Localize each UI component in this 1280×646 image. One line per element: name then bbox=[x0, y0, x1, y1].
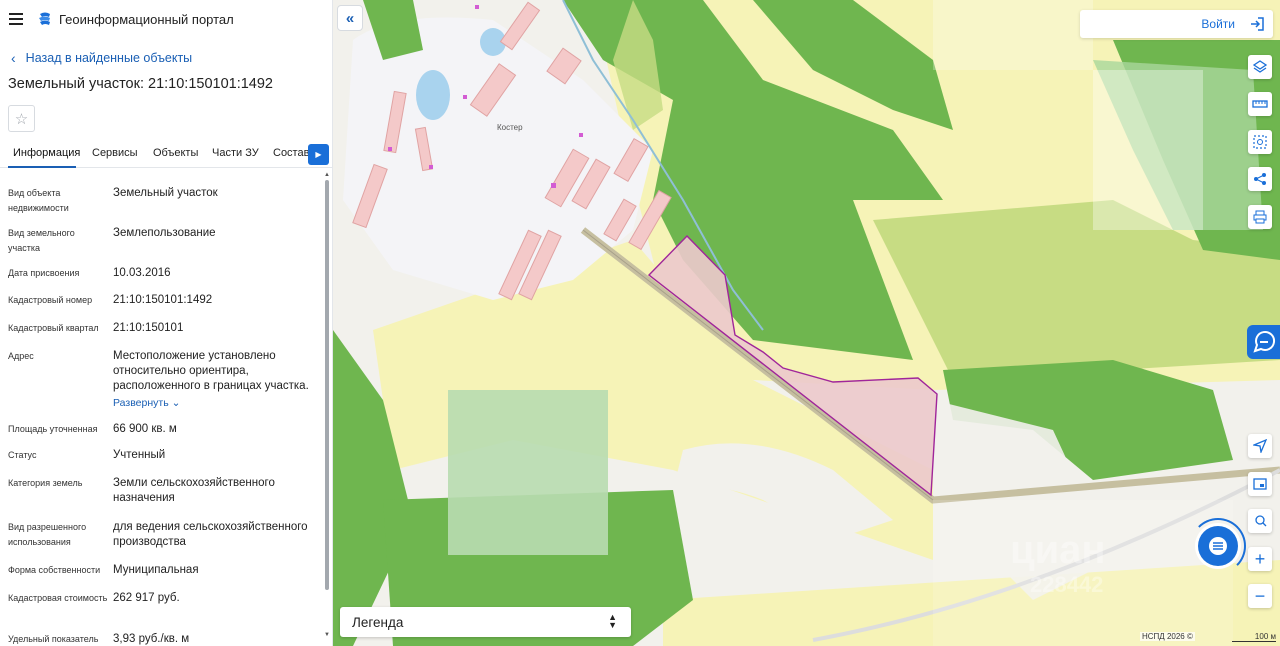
top-bar: Геоинформационный портал bbox=[0, 0, 332, 38]
scroll-up-arrow-icon[interactable]: ▲ bbox=[324, 172, 330, 178]
property-label: Дата присвоения bbox=[8, 268, 80, 278]
property-value: 3,93 руб./кв. м bbox=[113, 633, 190, 645]
print-button[interactable] bbox=[1248, 205, 1272, 229]
minimap-icon bbox=[1253, 478, 1267, 490]
tab-services[interactable]: Сервисы bbox=[92, 147, 138, 159]
address-value: Местоположение установлено относительно … bbox=[113, 349, 318, 411]
app-title: Геоинформационный портал bbox=[59, 12, 234, 27]
property-label: Кадастровый номер bbox=[8, 295, 93, 305]
object-title: Земельный участок: 21:10:150101:1492 bbox=[8, 76, 273, 92]
chat-icon bbox=[1209, 537, 1227, 555]
search-location-icon bbox=[1255, 515, 1267, 527]
tab-bar: Информация Сервисы Объекты Части ЗУ Сост… bbox=[0, 142, 332, 168]
scroll-down-arrow-icon[interactable]: ▼ bbox=[324, 632, 330, 638]
map-canvas[interactable] bbox=[333, 0, 1280, 646]
property-value: 21:10:150101:1492 bbox=[113, 294, 213, 306]
login-label: Войти bbox=[1201, 17, 1235, 31]
share-button[interactable] bbox=[1248, 167, 1272, 191]
assistant-button[interactable] bbox=[1247, 325, 1280, 359]
portal-logo-icon bbox=[39, 12, 50, 25]
panel-scrollbar[interactable]: ▲ ▼ bbox=[324, 172, 330, 638]
double-chevron-left-icon: « bbox=[345, 9, 355, 27]
back-label: Назад в найденные объекты bbox=[25, 51, 193, 65]
geolocation-button[interactable] bbox=[1248, 434, 1272, 458]
favorite-star-button[interactable]: ☆ bbox=[8, 105, 35, 132]
login-icon bbox=[1251, 17, 1264, 31]
ruler-icon bbox=[1252, 100, 1268, 108]
expand-label: Развернуть bbox=[113, 397, 169, 409]
property-value: 21:10:150101 bbox=[113, 322, 184, 334]
property-label: Площадь уточненная bbox=[8, 424, 98, 434]
property-value: Земли сельскохозяйственного назначения bbox=[113, 477, 275, 504]
app: Геоинформационный портал ‹ Назад в найде… bbox=[0, 0, 1280, 646]
navigation-arrow-icon bbox=[1253, 439, 1267, 453]
watermark-logo: циан bbox=[1010, 528, 1106, 572]
property-label: Кадастровый квартал bbox=[8, 323, 99, 333]
legend-dropdown[interactable]: Легенда ▲ ▼ bbox=[340, 607, 631, 637]
zoom-out-button[interactable]: − bbox=[1248, 584, 1272, 608]
tabs-scroll-right-button[interactable]: ▶ bbox=[308, 144, 329, 165]
legend-label: Легенда bbox=[352, 615, 404, 630]
back-to-results-link[interactable]: ‹ Назад в найденные объекты bbox=[11, 50, 192, 66]
property-label: Категория земель bbox=[8, 478, 83, 488]
property-label: Удельный показатель bbox=[8, 634, 99, 644]
tab-objects[interactable]: Объекты bbox=[153, 147, 198, 159]
property-label: Статус bbox=[8, 450, 37, 460]
search-location-button[interactable] bbox=[1248, 509, 1272, 533]
watermark-number: 228442 bbox=[1030, 572, 1104, 597]
layers-icon bbox=[1253, 60, 1267, 73]
property-value: Землепользование bbox=[113, 227, 216, 239]
property-value: Учтенный bbox=[113, 449, 166, 461]
property-value: 10.03.2016 bbox=[113, 267, 171, 279]
place-label: Костер bbox=[497, 123, 523, 132]
chevron-down-icon: ⌄ bbox=[171, 397, 181, 409]
layers-button[interactable] bbox=[1248, 55, 1272, 79]
scale-bar: 100 м bbox=[1232, 632, 1276, 642]
property-label: Вид земельного участка bbox=[8, 228, 75, 253]
map-view[interactable]: Костер bbox=[333, 0, 1280, 646]
menu-icon[interactable] bbox=[9, 13, 23, 25]
star-icon: ☆ bbox=[14, 110, 29, 128]
collapse-panel-button[interactable]: « bbox=[337, 5, 363, 31]
property-value: Местоположение установлено относительно … bbox=[113, 350, 309, 392]
print-icon bbox=[1253, 210, 1267, 224]
tab-parts[interactable]: Части ЗУ bbox=[212, 147, 259, 159]
select-area-icon bbox=[1253, 135, 1267, 149]
ruler-button[interactable] bbox=[1248, 92, 1272, 116]
active-tab-indicator bbox=[8, 166, 76, 168]
zoom-in-button[interactable]: + bbox=[1248, 547, 1272, 571]
tab-composition[interactable]: Состав bbox=[273, 147, 309, 159]
expand-address-link[interactable]: Развернуть ⌄ bbox=[113, 396, 180, 411]
property-label: Адрес bbox=[8, 351, 34, 361]
property-value: Муниципальная bbox=[113, 564, 199, 576]
property-label: Вид объекта недвижимости bbox=[8, 188, 69, 213]
assistant-icon bbox=[1252, 331, 1275, 353]
property-value: 262 917 руб. bbox=[113, 592, 180, 604]
property-label: Форма собственности bbox=[8, 565, 101, 575]
chat-button[interactable] bbox=[1198, 526, 1238, 566]
property-value: для ведения сельскохозяйственного произв… bbox=[113, 521, 308, 548]
property-label: Вид разрешенного использования bbox=[8, 522, 87, 547]
share-icon bbox=[1254, 173, 1266, 185]
scroll-thumb[interactable] bbox=[325, 180, 329, 590]
updown-chevron-icon: ▲ ▼ bbox=[608, 612, 617, 630]
select-area-button[interactable] bbox=[1248, 130, 1272, 154]
property-label: Кадастровая стоимость bbox=[8, 593, 108, 603]
tab-info[interactable]: Информация bbox=[13, 147, 80, 159]
minus-icon: − bbox=[1254, 585, 1266, 606]
plus-icon: + bbox=[1254, 548, 1266, 569]
info-panel: Геоинформационный портал ‹ Назад в найде… bbox=[0, 0, 333, 646]
chevron-left-icon: ‹ bbox=[11, 50, 16, 66]
property-value: 66 900 кв. м bbox=[113, 423, 177, 435]
login-button[interactable]: Войти bbox=[1080, 10, 1273, 38]
copyright-text: НСПД 2026 © bbox=[1140, 632, 1195, 641]
minimap-button[interactable] bbox=[1248, 472, 1272, 496]
property-value: Земельный участок bbox=[113, 187, 218, 199]
